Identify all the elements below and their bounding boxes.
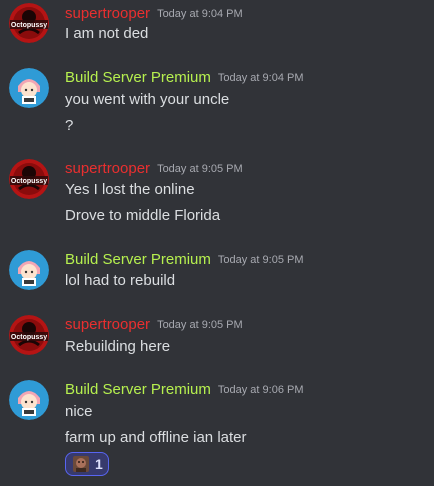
- red-octopussy-avatar-icon: Octopussy: [9, 159, 49, 199]
- author-name[interactable]: supertrooper: [65, 160, 150, 177]
- message-text: Rebuilding here: [65, 338, 171, 355]
- timestamp: Today at 9:04 PM: [157, 8, 243, 20]
- message-header: supertrooper Today at 9:05 PM: [65, 159, 243, 179]
- message-text: Yes I lost the online: [65, 181, 195, 198]
- message-header: supertrooper Today at 9:04 PM: [65, 4, 243, 24]
- anime-character-avatar-icon: [9, 250, 49, 290]
- message-text: nice: [65, 403, 93, 420]
- message-header: Build Server Premium Today at 9:04 PM: [65, 68, 304, 88]
- message-text: lol had to rebuild: [65, 272, 176, 289]
- avatar[interactable]: Octopussy: [9, 315, 49, 355]
- author-name[interactable]: Build Server Premium: [65, 69, 211, 86]
- avatar-text: Octopussy: [11, 334, 47, 341]
- message-text: ?: [65, 117, 74, 134]
- timestamp: Today at 9:05 PM: [217, 254, 304, 266]
- author-name[interactable]: Build Server Premium: [65, 381, 211, 398]
- avatar[interactable]: Octopussy: [9, 3, 49, 43]
- message-header: supertrooper Today at 9:05 PM: [65, 315, 243, 335]
- avatar[interactable]: Octopussy: [9, 159, 49, 199]
- timestamp: Today at 9:05 PM: [157, 319, 243, 331]
- anime-character-avatar-icon: [9, 380, 49, 420]
- avatar-text: Octopussy: [11, 178, 47, 185]
- avatar[interactable]: [9, 250, 49, 290]
- message-header: Build Server Premium Today at 9:05 PM: [65, 250, 304, 270]
- avatar-text: Octopussy: [11, 22, 47, 29]
- avatar[interactable]: [9, 380, 49, 420]
- avatar[interactable]: [9, 68, 49, 108]
- anime-character-avatar-icon: [9, 68, 49, 108]
- author-name[interactable]: supertrooper: [65, 5, 150, 22]
- reaction-button[interactable]: 1: [65, 452, 109, 476]
- message-text: I am not ded: [65, 25, 149, 42]
- timestamp: Today at 9:05 PM: [157, 163, 243, 175]
- message-text: you went with your uncle: [65, 91, 230, 108]
- reaction-count: 1: [95, 456, 103, 472]
- timestamp: Today at 9:04 PM: [217, 72, 304, 84]
- message-header: Build Server Premium Today at 9:06 PM: [65, 380, 304, 400]
- author-name[interactable]: Build Server Premium: [65, 251, 211, 268]
- author-name[interactable]: supertrooper: [65, 316, 150, 333]
- custom-emoji-icon: [73, 456, 89, 472]
- red-octopussy-avatar-icon: Octopussy: [9, 3, 49, 43]
- message-text: Drove to middle Florida: [65, 207, 221, 224]
- timestamp: Today at 9:06 PM: [217, 384, 304, 396]
- message-text: farm up and offline ian later: [65, 429, 247, 446]
- red-octopussy-avatar-icon: Octopussy: [9, 315, 49, 355]
- message-list: Octopussy supertrooper Today at 9:04 PM I…: [0, 0, 434, 486]
